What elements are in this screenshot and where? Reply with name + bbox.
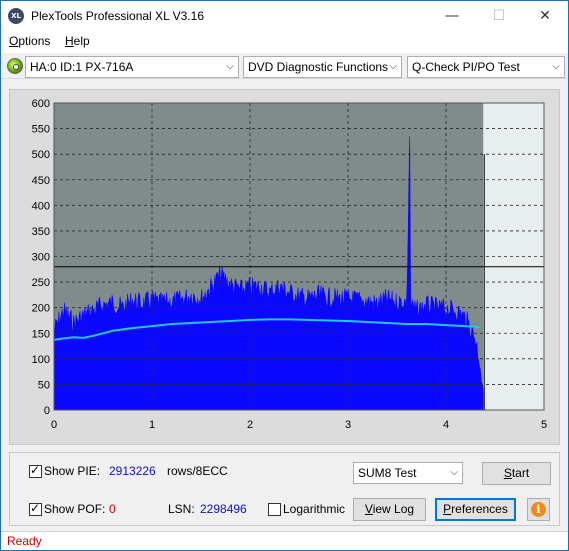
- chevron-down-icon: ⌵: [450, 467, 458, 478]
- y-tick-label: 550: [32, 124, 50, 136]
- x-tick-label: 4: [443, 419, 449, 431]
- info-icon: i: [531, 502, 546, 517]
- start-button[interactable]: Start: [482, 462, 551, 485]
- chart-panel: 0 50 100 150 200 250 300 350 400 450 500 550 600 0 1 2 3…: [9, 89, 560, 445]
- y-tick-label: 200: [32, 303, 50, 315]
- x-tick-label: 1: [149, 419, 155, 431]
- title-bar: XL PlexTools Professional XL V3.16 — ☐ ✕: [1, 1, 568, 31]
- show-pof-checkbox[interactable]: [29, 501, 42, 516]
- lsn-value: 2298496: [200, 502, 247, 516]
- test-select[interactable]: Q-Check PI/PO Test ⌵: [407, 56, 565, 78]
- function-select[interactable]: DVD Diagnostic Functions ⌵: [243, 56, 402, 78]
- toolbar: HA:0 ID:1 PX-716A ⌵ DVD Diagnostic Funct…: [1, 53, 568, 79]
- show-pie-checkbox[interactable]: [29, 463, 42, 478]
- chevron-down-icon: ⌵: [389, 61, 397, 72]
- chevron-down-icon: ⌵: [226, 61, 234, 72]
- y-tick-label: 350: [32, 226, 50, 238]
- menu-options[interactable]: Options: [9, 34, 50, 48]
- y-tick-label: 400: [32, 200, 50, 212]
- show-pof-label: Show POF:: [44, 502, 106, 516]
- y-tick-label: 250: [32, 277, 50, 289]
- maximize-button[interactable]: ☐: [476, 1, 522, 31]
- pie-unit: rows/8ECC: [167, 464, 228, 478]
- close-button[interactable]: ✕: [522, 1, 568, 31]
- x-tick-label: 5: [541, 419, 547, 431]
- view-log-button[interactable]: View Log: [353, 498, 426, 521]
- chevron-down-icon: ⌵: [552, 61, 560, 72]
- y-tick-label: 100: [32, 354, 50, 366]
- y-tick-label: 150: [32, 328, 50, 340]
- minimize-button[interactable]: —: [429, 1, 475, 31]
- pie-value: 2913226: [109, 464, 156, 478]
- window-title: PlexTools Professional XL V3.16: [31, 9, 204, 23]
- app-logo-icon: XL: [8, 8, 24, 24]
- y-tick-label: 450: [32, 175, 50, 187]
- pie-chart: 0 50 100 150 200 250 300 350 400 450 500 550 600 0 1 2 3…: [32, 98, 547, 431]
- logarithmic-checkbox[interactable]: [268, 503, 281, 516]
- drive-select[interactable]: HA:0 ID:1 PX-716A ⌵: [25, 56, 239, 78]
- main-window: XL PlexTools Professional XL V3.16 — ☐ ✕…: [0, 0, 569, 551]
- y-tick-label: 600: [32, 98, 50, 110]
- menu-help[interactable]: Help: [65, 34, 90, 48]
- x-tick-label: 3: [345, 419, 351, 431]
- options-panel: Show PIE: 2913226 rows/8ECC SUM8 Test ⌵ …: [9, 452, 560, 526]
- x-tick-label: 0: [51, 419, 57, 431]
- lsn-label: LSN:: [168, 502, 195, 516]
- status-bar: Ready: [1, 531, 568, 550]
- y-tick-label: 500: [32, 149, 50, 161]
- y-tick-label: 300: [32, 252, 50, 264]
- x-tick-label: 2: [247, 419, 253, 431]
- pof-value: 0: [109, 502, 116, 516]
- logarithmic-label: Logarithmic: [283, 502, 346, 516]
- drive-disc-icon: [7, 58, 23, 74]
- y-tick-label: 0: [44, 405, 50, 417]
- preferences-button[interactable]: Preferences: [435, 498, 516, 521]
- test-mode-select[interactable]: SUM8 Test ⌵: [353, 462, 463, 484]
- y-tick-label: 50: [38, 379, 50, 391]
- status-text: Ready: [7, 534, 42, 548]
- menu-bar: Options Help: [1, 31, 568, 53]
- show-pie-label: Show PIE:: [44, 464, 101, 478]
- info-button[interactable]: i: [527, 498, 550, 521]
